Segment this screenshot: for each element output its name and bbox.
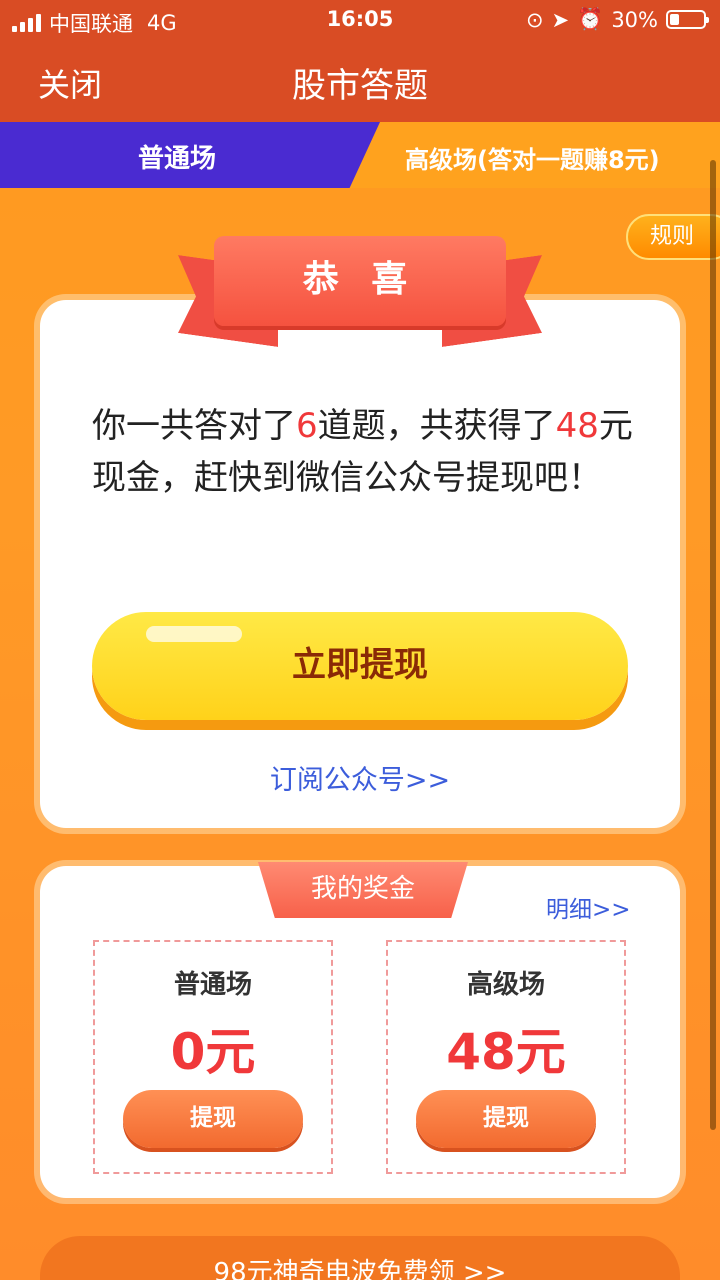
result-message: 你一共答对了6道题，共获得了48元现金，赶快到微信公众号提现吧！ xyxy=(92,400,637,504)
prize-title: 我的奖金 xyxy=(258,862,468,918)
withdraw-normal-button[interactable]: 提现 xyxy=(123,1090,303,1148)
battery-icon xyxy=(666,10,709,29)
prize-box-amount: 0元 xyxy=(170,1023,256,1081)
message-part-1: 你一共答对了 xyxy=(92,406,296,446)
prize-box-title: 普通场 xyxy=(173,970,252,1000)
cash-amount: 48 xyxy=(555,406,599,446)
tab-advanced[interactable]: 高级场(答对一题赚8元) xyxy=(405,140,660,175)
rules-button[interactable]: 规则 xyxy=(626,214,720,260)
tab-normal-label: 普通场 xyxy=(138,144,217,174)
button-shine xyxy=(146,626,242,642)
lock-rotation-icon: ⊙ xyxy=(525,7,544,32)
status-right: ⊙ ➤ ⏰ 30% xyxy=(525,7,709,32)
message-part-2: 道题，共获得了 xyxy=(317,406,556,446)
tab-bar: 普通场 高级场(答对一题赚8元) xyxy=(0,122,720,188)
scrollbar[interactable] xyxy=(710,160,716,1130)
congrats-card xyxy=(40,300,680,828)
prize-box-title: 高级场 xyxy=(466,970,545,1000)
correct-count: 6 xyxy=(296,406,318,446)
tab-normal[interactable]: 普通场 xyxy=(0,122,380,188)
withdraw-advanced-button[interactable]: 提现 xyxy=(416,1090,596,1148)
alarm-icon: ⏰ xyxy=(577,7,604,31)
withdraw-now-button[interactable]: 立即提现 xyxy=(92,612,628,720)
status-bar: 中国联通 4G 16:05 ⊙ ➤ ⏰ 30% xyxy=(0,0,720,40)
battery-label: 30% xyxy=(611,7,658,32)
prize-box-normal: 普通场 0元 提现 xyxy=(93,940,333,1174)
withdraw-now-label: 立即提现 xyxy=(292,645,428,685)
subscribe-link[interactable]: 订阅公众号>> xyxy=(0,758,720,797)
free-gift-button[interactable]: 98元神奇电波免费领 >> xyxy=(40,1236,680,1280)
prize-box-advanced: 高级场 48元 提现 xyxy=(386,940,626,1174)
congrats-ribbon: 恭 喜 xyxy=(214,236,506,326)
nav-bar: 关闭 股市答题 xyxy=(0,40,720,122)
detail-link[interactable]: 明细>> xyxy=(546,890,631,924)
page-title: 股市答题 xyxy=(292,66,428,106)
location-icon: ➤ xyxy=(551,7,570,32)
prize-box-amount: 48元 xyxy=(446,1023,566,1081)
